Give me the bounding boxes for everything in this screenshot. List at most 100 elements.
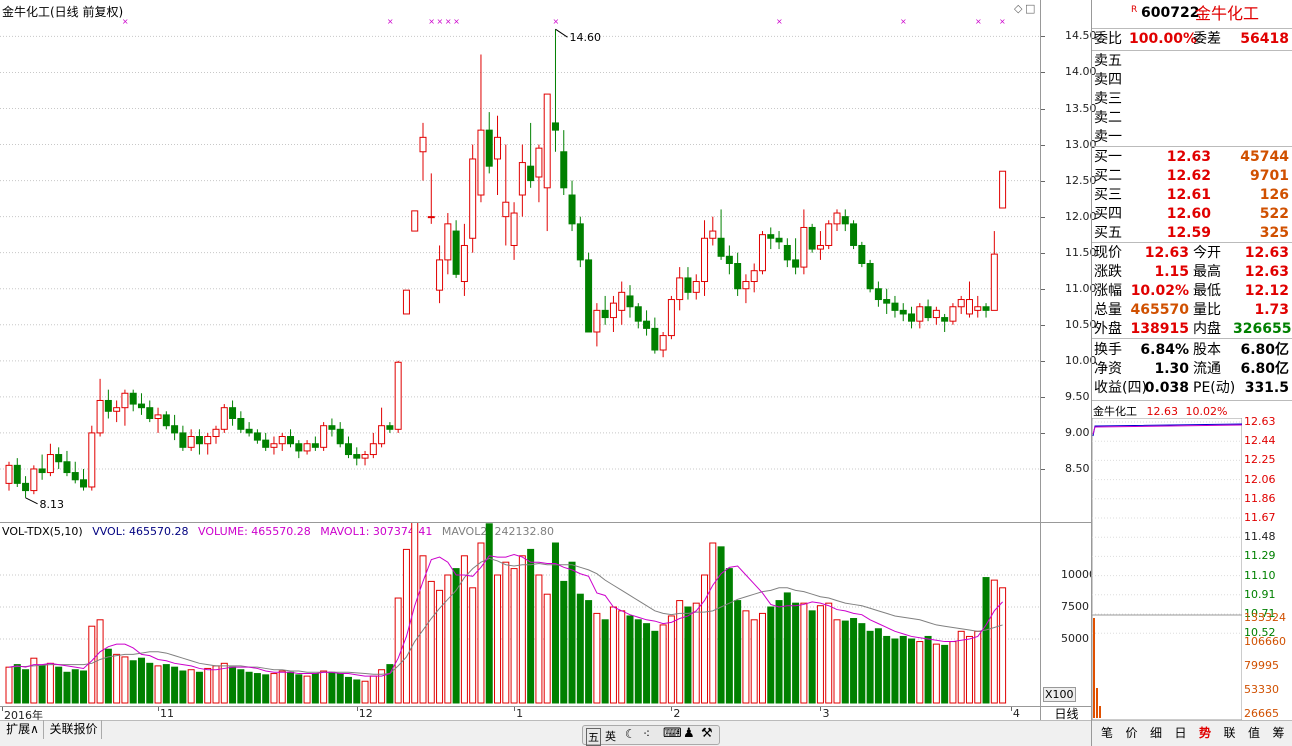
related-quote-tab[interactable]: 关联报价 xyxy=(46,720,102,739)
side-tab[interactable]: 联 xyxy=(1219,724,1241,741)
volume-bar xyxy=(5,666,13,704)
wubi-icon[interactable]: 五 xyxy=(586,728,601,746)
volume-bar xyxy=(394,597,402,704)
event-marker-icon[interactable]: × xyxy=(428,17,435,26)
buy-level-price: 12.63 xyxy=(1166,149,1211,165)
price-tick-mark xyxy=(1041,324,1045,326)
side-tab[interactable]: 笔 xyxy=(1096,724,1118,741)
stock-code: 600722 xyxy=(1141,5,1200,21)
volume-bar xyxy=(510,568,518,704)
trading-window: { "chart_header": {"title": "金牛化工(日线 前复权… xyxy=(0,0,1292,746)
volume-bar xyxy=(750,619,758,704)
volume-bar xyxy=(55,666,63,704)
quote-stat-row: 现价 12.63 今开 12.63 xyxy=(1093,244,1292,263)
candle-body xyxy=(394,361,402,430)
price-tick-mark xyxy=(1041,432,1045,434)
weibi-row: 委比 100.00% 委差 56418 xyxy=(1093,30,1292,49)
mini-intraday-chart[interactable] xyxy=(1092,418,1242,720)
candle-body xyxy=(129,392,137,405)
event-marker-icon[interactable]: × xyxy=(776,17,783,26)
kline-panel[interactable]: 金牛化工(日线 前复权) ◇ □ 14.60 8.13 × × × × × × × × × × × xyxy=(0,0,1040,522)
volume-bar xyxy=(96,619,104,704)
candle-body xyxy=(568,194,576,225)
volume-panel[interactable]: VOL-TDX(5,10) VVOL: 465570.28 VOLUME: 46… xyxy=(0,523,1040,706)
quote-stat-row: 涨幅 10.02% 最低 12.12 xyxy=(1093,282,1292,301)
buy-level-row[interactable]: 买三 12.61 126 xyxy=(1093,186,1292,205)
buy-level-price: 12.61 xyxy=(1166,187,1211,203)
candle-body xyxy=(667,299,675,337)
candle-body xyxy=(113,407,121,412)
keyboard-icon[interactable]: ⌨ xyxy=(663,726,682,741)
volume-bar xyxy=(253,673,261,704)
event-marker-icon[interactable]: × xyxy=(999,17,1006,26)
side-tab[interactable]: 筹 xyxy=(1268,724,1290,741)
period-button[interactable]: 日线 xyxy=(1040,706,1092,721)
fundamental-value: 331.5 xyxy=(1244,380,1289,396)
volume-bar xyxy=(982,577,990,704)
event-marker-icon[interactable]: × xyxy=(437,17,444,26)
side-tab[interactable]: 势 xyxy=(1194,724,1216,741)
event-marker-icon[interactable]: × xyxy=(122,17,129,26)
volume-bar xyxy=(369,675,377,704)
dots-icon[interactable]: ⁖ xyxy=(643,727,650,741)
volume-bar xyxy=(287,671,295,704)
candle-body xyxy=(709,230,717,239)
event-marker-icon[interactable]: × xyxy=(900,17,907,26)
expand-tab[interactable]: 扩展∧ xyxy=(2,720,44,739)
candle-body xyxy=(460,244,468,283)
candle-body xyxy=(452,230,460,275)
mini-price-tick: 12.25 xyxy=(1244,453,1276,467)
event-marker-icon[interactable]: × xyxy=(552,17,559,26)
moon-icon[interactable]: ☾ xyxy=(625,727,636,741)
bottom-bar xyxy=(0,720,1092,746)
candle-body xyxy=(353,454,361,459)
candle-body xyxy=(527,165,535,182)
english-icon[interactable]: 英 xyxy=(605,728,616,744)
event-marker-icon[interactable]: × xyxy=(975,17,982,26)
event-marker-icon[interactable]: × xyxy=(387,17,394,26)
date-tick-label: 1 xyxy=(516,707,524,720)
date-tick-mark xyxy=(356,707,358,711)
side-tab[interactable]: 日 xyxy=(1170,724,1192,741)
side-tab[interactable]: 细 xyxy=(1145,724,1167,741)
candle-body xyxy=(427,216,435,219)
stat-label: 外盘 xyxy=(1094,321,1122,337)
volume-chart[interactable] xyxy=(0,523,1040,706)
volume-bar xyxy=(237,669,245,704)
candle-body xyxy=(825,223,833,246)
volume-bar xyxy=(146,662,154,704)
event-marker-icon[interactable]: × xyxy=(453,17,460,26)
buy-level-row[interactable]: 买一 12.63 45744 xyxy=(1093,148,1292,167)
candle-body xyxy=(957,299,965,308)
volume-bar xyxy=(303,675,311,704)
volume-multiplier: X100 xyxy=(1043,687,1076,702)
buy-level-price: 12.60 xyxy=(1166,206,1211,222)
volume-bar xyxy=(634,619,642,704)
candle-body xyxy=(551,122,559,131)
quote-title-row: R 600722 金牛化工 xyxy=(1093,4,1292,26)
candle-body xyxy=(916,306,924,322)
stock-name[interactable]: 金牛化工 xyxy=(1195,4,1259,23)
side-tab[interactable]: 值 xyxy=(1243,724,1265,741)
volume-bar xyxy=(187,669,195,704)
stat-label: 涨跌 xyxy=(1094,264,1122,280)
volume-bar xyxy=(850,618,858,704)
buy-level-row[interactable]: 买二 12.62 9701 xyxy=(1093,167,1292,186)
candle-body xyxy=(941,317,949,322)
volume-bar xyxy=(543,593,551,704)
buy-level-row[interactable]: 买五 12.59 325 xyxy=(1093,224,1292,243)
volume-bar xyxy=(999,587,1007,704)
kline-chart[interactable]: 14.608.13× × × × × × × × × × × xyxy=(0,0,1040,522)
user-icon[interactable]: ♟ xyxy=(683,726,695,741)
candle-body xyxy=(220,407,228,430)
side-tab[interactable]: 价 xyxy=(1121,724,1143,741)
volume-bar xyxy=(974,630,982,704)
candle-body xyxy=(179,432,187,448)
buy-level-row[interactable]: 买四 12.60 522 xyxy=(1093,205,1292,224)
settings-icon[interactable]: ⚒ xyxy=(701,726,713,741)
volume-bar xyxy=(924,635,932,704)
event-marker-icon[interactable]: × xyxy=(445,17,452,26)
fundamental-value: 6.80亿 xyxy=(1240,342,1289,358)
candle-body xyxy=(974,306,982,311)
candle-body xyxy=(684,277,692,293)
